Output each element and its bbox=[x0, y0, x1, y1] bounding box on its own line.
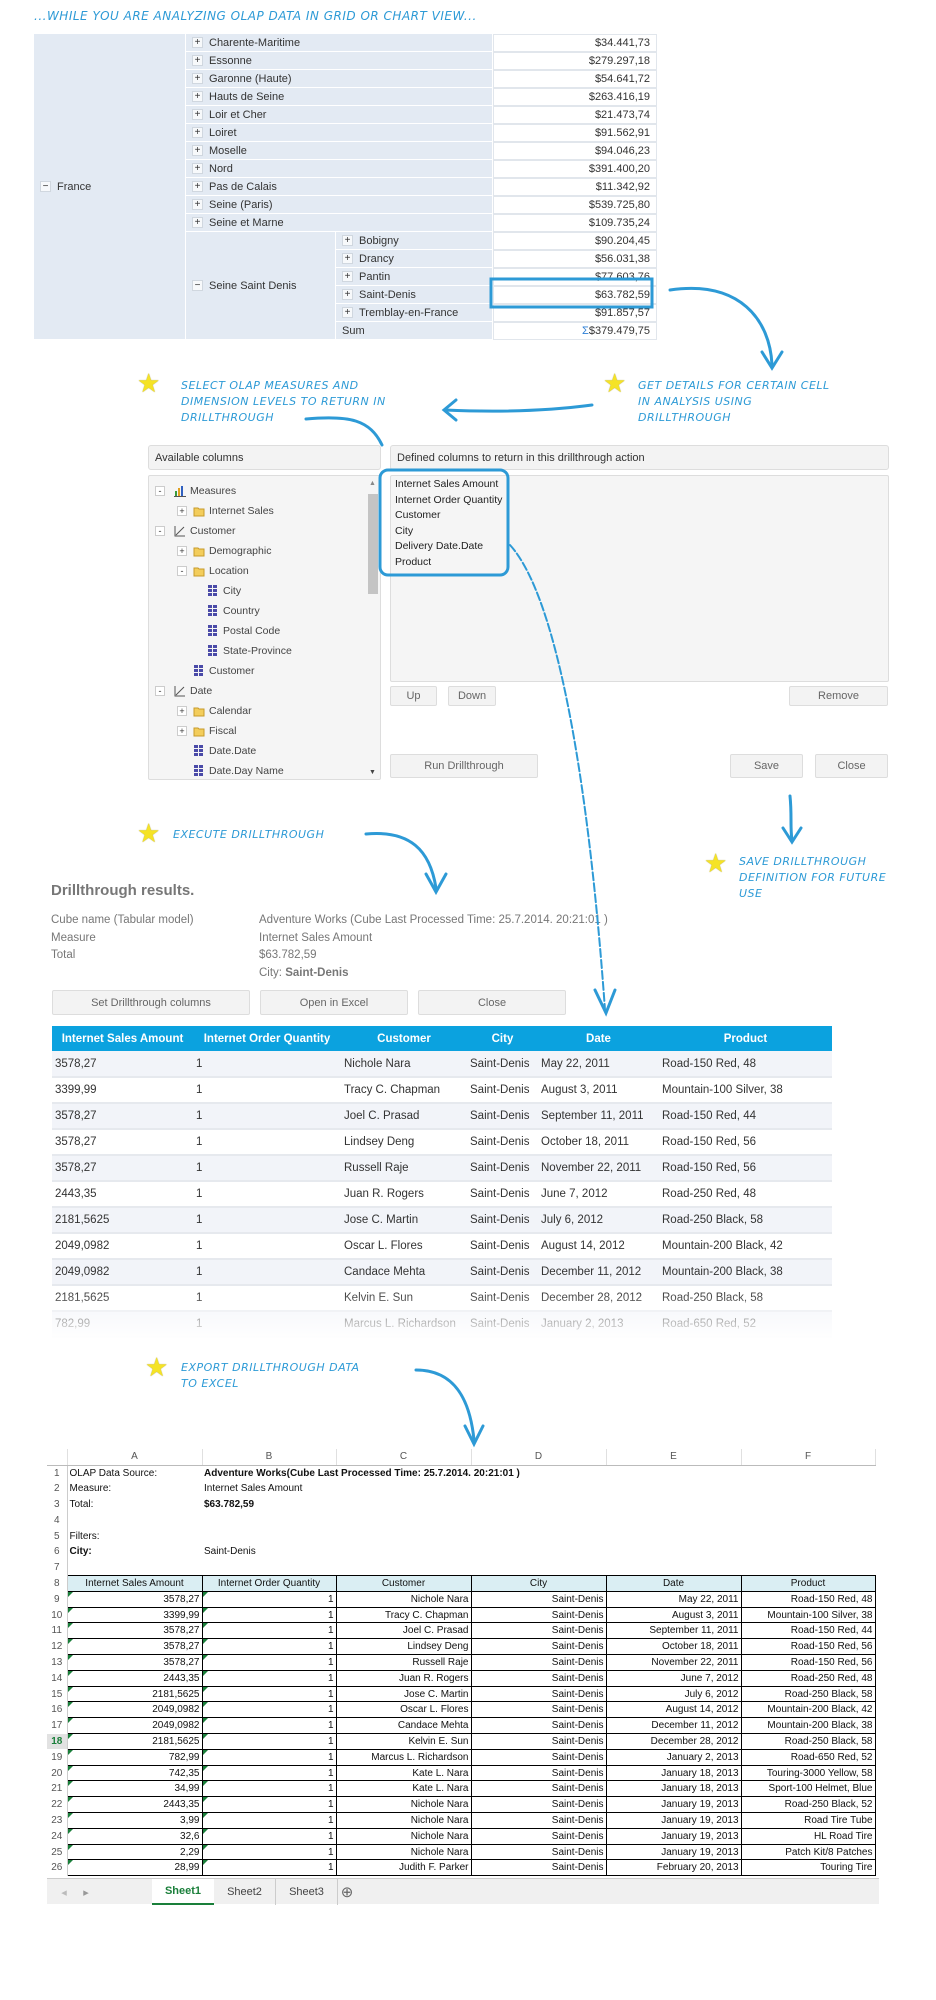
highlight-defined-box bbox=[378, 468, 510, 577]
arrow-save bbox=[788, 794, 794, 842]
arrow-execute bbox=[364, 832, 438, 890]
arrow-to-select bbox=[443, 403, 594, 413]
highlight-cell-box bbox=[489, 277, 654, 309]
arrow-to-defined bbox=[304, 416, 384, 447]
arrow-to-results bbox=[509, 544, 606, 1011]
annotation-arrows bbox=[304, 277, 803, 1448]
arrow-to-details bbox=[668, 287, 774, 367]
